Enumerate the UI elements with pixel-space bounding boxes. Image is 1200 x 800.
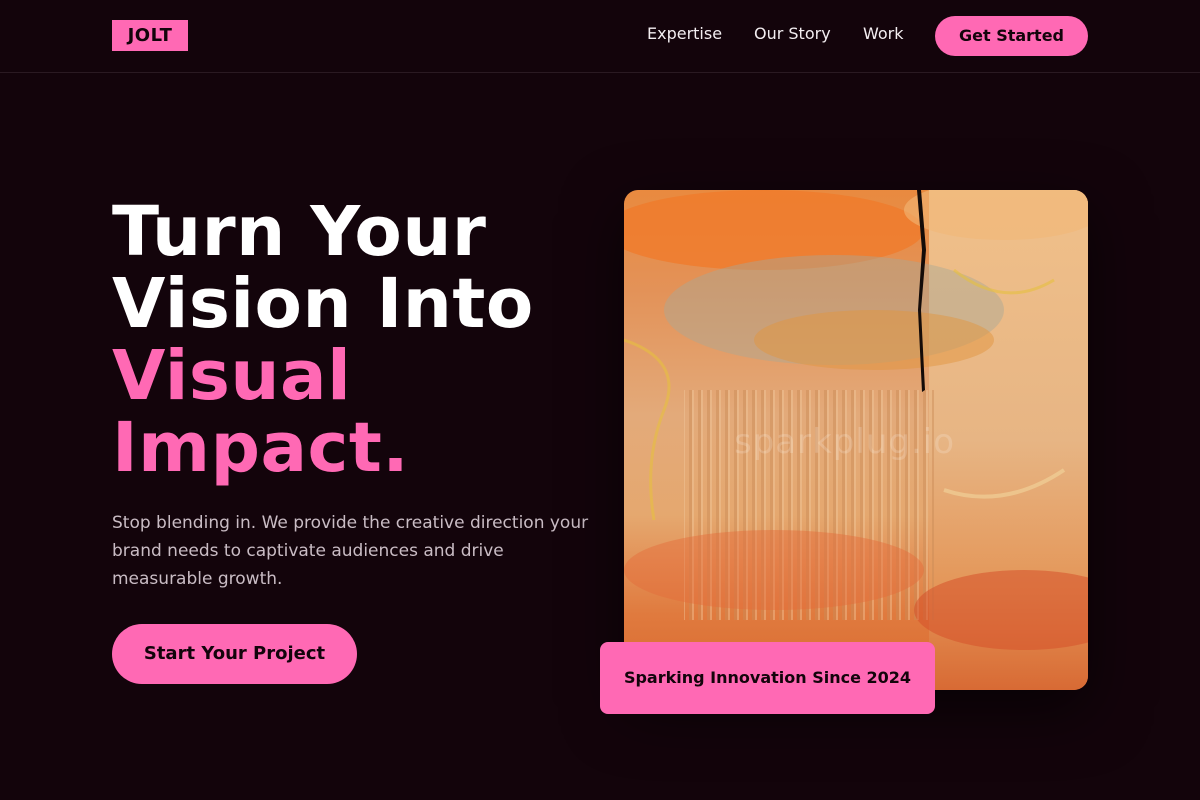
headline-line-1: Turn Your — [112, 192, 487, 272]
nav-link-work[interactable]: Work — [863, 24, 904, 44]
get-started-button[interactable]: Get Started — [935, 16, 1088, 56]
hero-headline: Turn Your Vision Into Visual Impact. — [112, 196, 534, 484]
headline-line-3: Visual — [112, 336, 352, 416]
start-project-button[interactable]: Start Your Project — [112, 624, 357, 684]
headline-line-4: Impact. — [112, 408, 410, 488]
hero-artwork: sparkplug.io — [624, 190, 1088, 690]
image-watermark: sparkplug.io — [734, 422, 956, 462]
nav-link-our-story[interactable]: Our Story — [754, 24, 831, 44]
top-nav: JOLT Expertise Our Story Work Get Starte… — [0, 0, 1200, 73]
innovation-badge: Sparking Innovation Since 2024 — [600, 642, 935, 714]
logo[interactable]: JOLT — [112, 20, 188, 51]
hero-subtitle: Stop blending in. We provide the creativ… — [112, 513, 589, 589]
headline-line-2: Vision Into — [112, 264, 534, 344]
nav-link-expertise[interactable]: Expertise — [647, 24, 722, 44]
